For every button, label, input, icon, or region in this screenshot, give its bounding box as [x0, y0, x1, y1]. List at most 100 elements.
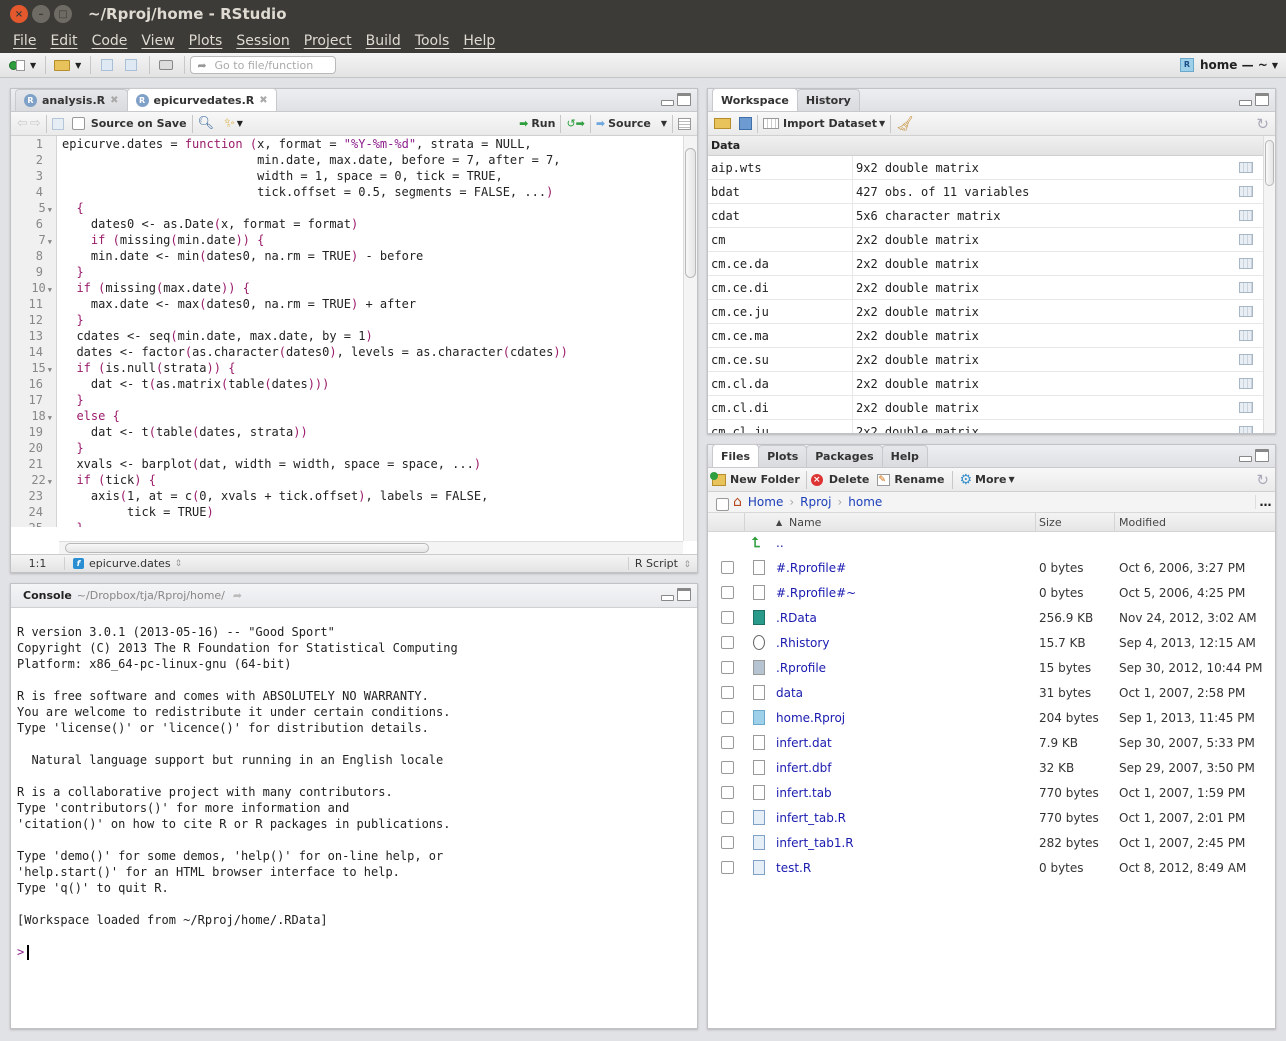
home-icon[interactable]: ⌂ [733, 494, 742, 510]
code-line[interactable]: } [62, 520, 683, 527]
file-row[interactable]: data 31 bytes Oct 1, 2007, 2:58 PM [708, 680, 1275, 705]
clear-workspace-broom-icon[interactable]: 🧹︎ [896, 116, 914, 132]
file-name-link[interactable]: infert.tab [776, 786, 832, 800]
view-data-grid-icon[interactable] [1239, 426, 1253, 433]
select-all-checkbox[interactable] [716, 498, 729, 511]
code-line[interactable]: epicurve.dates = function (x, format = "… [62, 136, 683, 152]
code-line[interactable]: { [62, 200, 683, 216]
code-line[interactable]: max.date <- max(dates0, na.rm = TRUE) + … [62, 296, 683, 312]
refresh-icon[interactable]: ↻ [1256, 115, 1269, 133]
view-data-grid-icon[interactable] [1239, 402, 1253, 413]
menu-file[interactable]: File [13, 33, 36, 49]
code-line[interactable]: cdates <- seq(min.date, max.date, by = 1… [62, 328, 683, 344]
file-name-link[interactable]: #.Rprofile# [776, 561, 846, 575]
file-checkbox[interactable] [721, 686, 734, 699]
file-checkbox[interactable] [721, 711, 734, 724]
open-file-icon[interactable] [51, 56, 73, 74]
file-row[interactable]: infert.dat 7.9 KB Sep 30, 2007, 5:33 PM [708, 730, 1275, 755]
code-line[interactable]: width = 1, space = 0, tick = TRUE, [62, 168, 683, 184]
refresh-icon[interactable]: ↻ [1256, 471, 1269, 489]
maximize-pane-icon[interactable] [677, 93, 691, 106]
workspace-row[interactable]: cm.ce.su 2x2 double matrix [708, 348, 1263, 372]
open-file-dropdown-icon[interactable]: ▼ [75, 61, 81, 70]
tab-packages[interactable]: Packages [806, 445, 883, 467]
code-line[interactable]: dat <- t(as.matrix(table(dates))) [62, 376, 683, 392]
workspace-row[interactable]: cm.ce.ma 2x2 double matrix [708, 324, 1263, 348]
editor-tab[interactable]: Repicurvedates.R ✖ [126, 88, 277, 111]
workspace-row[interactable]: aip.wts 9x2 double matrix [708, 156, 1263, 180]
view-data-grid-icon[interactable] [1239, 234, 1253, 245]
breadcrumb-rproj[interactable]: Rproj [800, 495, 831, 509]
close-window-button[interactable]: × [10, 5, 28, 23]
go-to-directory-icon[interactable]: ➦ [233, 589, 242, 602]
workspace-row[interactable]: bdat 427 obs. of 11 variables [708, 180, 1263, 204]
view-data-grid-icon[interactable] [1239, 330, 1253, 341]
menu-project[interactable]: Project [304, 33, 352, 49]
minimize-pane-icon[interactable] [1239, 100, 1252, 106]
code-line[interactable]: } [62, 264, 683, 280]
rename-button[interactable]: ✎ Rename [877, 473, 944, 486]
save-icon[interactable] [51, 117, 64, 130]
import-dataset-button[interactable]: Import Dataset ▼ [763, 117, 885, 130]
code-line[interactable]: dates <- factor(as.character(dates0), le… [62, 344, 683, 360]
file-row[interactable]: infert_tab.R 770 bytes Oct 1, 2007, 2:01 P… [708, 805, 1275, 830]
menu-build[interactable]: Build [366, 33, 401, 49]
file-checkbox[interactable] [721, 786, 734, 799]
fold-icon[interactable]: ▼ [48, 206, 52, 214]
workspace-row[interactable]: cm.cl.da 2x2 double matrix [708, 372, 1263, 396]
file-row[interactable]: #.Rprofile#~ 0 bytes Oct 5, 2006, 4:25 PM [708, 580, 1275, 605]
breadcrumb-home[interactable]: Home [748, 495, 783, 509]
delete-button[interactable]: × Delete [810, 473, 869, 486]
more-options-ellipsis-icon[interactable]: … [1255, 495, 1275, 509]
scrollbar-thumb[interactable] [1265, 140, 1274, 186]
load-workspace-icon[interactable] [714, 118, 731, 129]
file-name-link[interactable]: infert.dat [776, 736, 832, 750]
go-to-file-input[interactable]: ➦ Go to file/function [190, 56, 337, 74]
file-name-link[interactable]: data [776, 686, 803, 700]
minimize-pane-icon[interactable] [1239, 456, 1252, 462]
tab-workspace[interactable]: Workspace [712, 88, 798, 111]
save-icon[interactable] [96, 56, 118, 74]
menu-view[interactable]: View [141, 33, 174, 49]
new-folder-button[interactable]: New Folder [710, 471, 800, 486]
minimize-pane-icon[interactable] [661, 595, 674, 601]
code-line[interactable]: dat <- t(table(dates, strata)) [62, 424, 683, 440]
menu-session[interactable]: Session [236, 33, 289, 49]
code-line[interactable]: axis(1, at = c(0, xvals + tick.offset), … [62, 488, 683, 504]
file-row[interactable]: .RData 256.9 KB Nov 24, 2012, 3:02 AM [708, 605, 1275, 630]
source-on-save-checkbox[interactable] [71, 117, 85, 130]
column-header-name[interactable]: Name [789, 516, 821, 529]
project-selector[interactable]: R home — ~ ▼ [1180, 58, 1278, 72]
save-all-icon[interactable] [120, 56, 142, 74]
code-line[interactable]: } [62, 312, 683, 328]
file-row[interactable]: infert.dbf 32 KB Sep 29, 2007, 3:50 PM [708, 755, 1275, 780]
minimize-window-button[interactable]: – [32, 5, 50, 23]
file-checkbox[interactable] [721, 636, 734, 649]
rerun-button[interactable]: ↺➡ [566, 117, 584, 130]
code-line[interactable]: if (missing(min.date)) { [62, 232, 683, 248]
maximize-pane-icon[interactable] [1255, 93, 1269, 106]
parent-directory-row[interactable]: ⮤ .. [708, 530, 1275, 555]
tab-history[interactable]: History [796, 89, 860, 111]
file-row[interactable]: #.Rprofile# 0 bytes Oct 6, 2006, 3:27 PM [708, 555, 1275, 580]
file-name-link[interactable]: test.R [776, 861, 811, 875]
file-name-link[interactable]: infert_tab1.R [776, 836, 854, 850]
fold-icon[interactable]: ▼ [48, 366, 52, 374]
code-line[interactable]: if (missing(max.date)) { [62, 280, 683, 296]
column-header-modified[interactable]: Modified [1119, 516, 1166, 529]
view-data-grid-icon[interactable] [1239, 162, 1253, 173]
code-editor[interactable]: 1 2 3 4 5 ▼ 6 7 ▼ 8 9 10 ▼ 11 12 13 14 15 ▼ 16 17 18 ▼ 19 20 21 22… [11, 136, 683, 527]
view-data-grid-icon[interactable] [1239, 306, 1253, 317]
file-row[interactable]: home.Rproj 204 bytes Sep 1, 2013, 11:45 PM [708, 705, 1275, 730]
code-line[interactable]: else { [62, 408, 683, 424]
parent-directory-link[interactable]: .. [776, 536, 784, 550]
minimize-pane-icon[interactable] [661, 100, 674, 106]
editor-vertical-scrollbar[interactable] [683, 136, 697, 541]
tab-files[interactable]: Files [712, 444, 760, 467]
code-line[interactable]: tick = TRUE) [62, 504, 683, 520]
code-line[interactable]: tick.offset = 0.5, segments = FALSE, ...… [62, 184, 683, 200]
magic-wand-icon[interactable]: ✨︎ [224, 116, 235, 131]
workspace-row[interactable]: cm.cl.di 2x2 double matrix [708, 396, 1263, 420]
file-row[interactable]: infert.tab 770 bytes Oct 1, 2007, 1:59 PM [708, 780, 1275, 805]
forward-arrow-icon[interactable]: ⇨ [30, 116, 41, 131]
